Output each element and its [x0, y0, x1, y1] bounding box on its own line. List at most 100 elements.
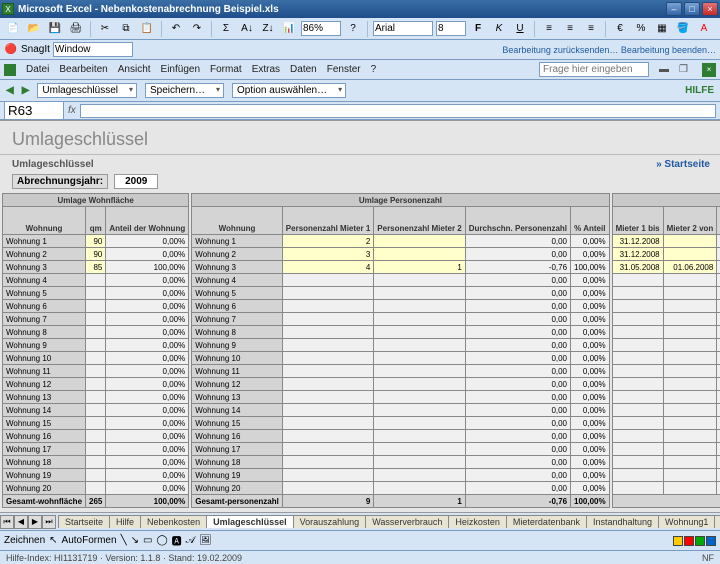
close-button[interactable]: ×	[702, 2, 718, 16]
table-row[interactable]: Wohnung 70,00%	[3, 313, 189, 326]
menu-help[interactable]: ?	[371, 64, 377, 75]
table-row[interactable]: Wohnung 1900,00%	[3, 235, 189, 248]
nav-help-link[interactable]: HILFE	[685, 85, 714, 96]
table-row[interactable]: Wohnung 170,000,00%	[192, 443, 609, 456]
table-row[interactable]: Wohnung 50,000,00%	[192, 287, 609, 300]
table-row[interactable]: Wohnung 180,000,00%	[192, 456, 609, 469]
fillcolor-icon[interactable]: 🪣	[674, 20, 692, 38]
table-row[interactable]: 31.12.200836500,00%	[612, 248, 720, 261]
table-row[interactable]: 000,00%	[612, 339, 720, 352]
new-icon[interactable]: 📄	[4, 20, 22, 38]
table-row[interactable]: Wohnung 160,000,00%	[192, 430, 609, 443]
table-row[interactable]: Wohnung 230,000,00%	[192, 248, 609, 261]
oval-icon[interactable]: ◯	[156, 535, 167, 546]
doc-restore-icon[interactable]: ❐	[679, 64, 688, 75]
wordart-icon[interactable]: 𝒜	[186, 535, 195, 546]
worksheet-area[interactable]: Umlageschlüssel Umlageschlüssel » Starts…	[0, 120, 720, 512]
table-row[interactable]: Wohnung 90,000,00%	[192, 339, 609, 352]
tracking-link[interactable]: Bearbeitung zurücksenden… Bearbeitung be…	[502, 45, 716, 55]
table-row[interactable]: Wohnung 110,00%	[3, 365, 189, 378]
currency-icon[interactable]: €	[611, 20, 629, 38]
table-row[interactable]: Wohnung 120,000,00%	[192, 235, 609, 248]
table-row[interactable]: 000,00%	[612, 430, 720, 443]
menu-file[interactable]: Datei	[26, 64, 49, 75]
nav-back-icon[interactable]: ◀	[6, 85, 14, 96]
formula-input[interactable]	[80, 104, 716, 118]
table-row[interactable]: 000,00%	[612, 274, 720, 287]
align-right-icon[interactable]: ≡	[582, 20, 600, 38]
draw-label[interactable]: Zeichnen	[4, 535, 45, 546]
nav-sheet-select[interactable]: Umlageschlüssel	[37, 83, 137, 98]
fontcolor-icon[interactable]: A	[695, 20, 713, 38]
menu-format[interactable]: Format	[210, 64, 242, 75]
table-personenzahl[interactable]: Umlage Personenzahl Wohnung Personenzahl…	[191, 193, 609, 508]
nav-options-btn[interactable]: Option auswählen…	[232, 83, 346, 98]
menu-view[interactable]: Ansicht	[118, 64, 151, 75]
fx-icon[interactable]: fx	[68, 105, 76, 116]
table-row[interactable]: Wohnung 190,000,00%	[192, 469, 609, 482]
table-mieterwechsel[interactable]: Mieterwech Mieter 1 bis Mieter 2 von Woh…	[612, 193, 720, 508]
table-row[interactable]: Wohnung 200,00%	[3, 482, 189, 495]
save-icon[interactable]: 💾	[46, 20, 64, 38]
underline-icon[interactable]: U	[511, 20, 529, 38]
name-box[interactable]	[4, 101, 64, 120]
print-icon[interactable]: 🖨	[67, 20, 85, 38]
table-row[interactable]: Wohnung 120,00%	[3, 378, 189, 391]
menu-edit[interactable]: Bearbeiten	[59, 64, 107, 75]
help-search-input[interactable]	[539, 62, 649, 77]
cursor-icon[interactable]: ↖	[49, 535, 57, 546]
table-row[interactable]: 000,00%	[612, 313, 720, 326]
table-row[interactable]: 000,00%	[612, 352, 720, 365]
table-row[interactable]: 000,00%	[612, 443, 720, 456]
menu-insert[interactable]: Einfügen	[161, 64, 200, 75]
zoom-input[interactable]	[301, 21, 341, 36]
table-row[interactable]: Wohnung 110,000,00%	[192, 365, 609, 378]
table-row[interactable]: 000,00%	[612, 378, 720, 391]
autoform-menu[interactable]: AutoFormen	[62, 535, 117, 546]
table-row[interactable]: 000,00%	[612, 417, 720, 430]
table-row[interactable]: Wohnung 120,000,00%	[192, 378, 609, 391]
table-row[interactable]: Wohnung 80,000,00%	[192, 326, 609, 339]
align-center-icon[interactable]: ≡	[561, 20, 579, 38]
table-wohnflaeche[interactable]: Umlage Wohnfläche Wohnung qm Anteil der …	[2, 193, 189, 508]
table-row[interactable]: 000,00%	[612, 287, 720, 300]
minimize-button[interactable]: –	[666, 2, 682, 16]
table-row[interactable]: Wohnung 190,00%	[3, 469, 189, 482]
help-icon[interactable]: ?	[344, 20, 362, 38]
table-row[interactable]: 31.12.200836500,00%	[612, 235, 720, 248]
open-icon[interactable]: 📂	[25, 20, 43, 38]
table-row[interactable]: Wohnung 60,000,00%	[192, 300, 609, 313]
table-row[interactable]: Wohnung 100,00%	[3, 352, 189, 365]
table-row[interactable]: Wohnung 40,00%	[3, 274, 189, 287]
undo-icon[interactable]: ↶	[167, 20, 185, 38]
table-row[interactable]: Wohnung 170,00%	[3, 443, 189, 456]
table-row[interactable]: 000,00%	[612, 456, 720, 469]
rect-icon[interactable]: ▭	[143, 535, 152, 546]
clipart-icon[interactable]: 🖼	[199, 535, 212, 546]
percent-icon[interactable]: %	[632, 20, 650, 38]
menu-extras[interactable]: Extras	[252, 64, 280, 75]
menu-data[interactable]: Daten	[290, 64, 317, 75]
sort-asc-icon[interactable]: A↓	[238, 20, 256, 38]
table-row[interactable]: Wohnung 80,00%	[3, 326, 189, 339]
table-row[interactable]: Wohnung 150,000,00%	[192, 417, 609, 430]
table-row[interactable]: Wohnung 341-0,76100,00%	[192, 261, 609, 274]
table-row[interactable]: Wohnung 2900,00%	[3, 248, 189, 261]
menu-window[interactable]: Fenster	[327, 64, 361, 75]
table-row[interactable]: 000,00%	[612, 391, 720, 404]
table-row[interactable]: Wohnung 100,000,00%	[192, 352, 609, 365]
table-row[interactable]: Wohnung 70,000,00%	[192, 313, 609, 326]
table-row[interactable]: 000,00%	[612, 300, 720, 313]
table-row[interactable]: Wohnung 200,000,00%	[192, 482, 609, 495]
table-row[interactable]: Wohnung 150,00%	[3, 417, 189, 430]
copy-icon[interactable]: ⧉	[117, 20, 135, 38]
table-row[interactable]: Wohnung 140,000,00%	[192, 404, 609, 417]
arrow-icon[interactable]: ↘	[131, 535, 139, 546]
table-row[interactable]: 000,00%	[612, 326, 720, 339]
table-row[interactable]: 31.05.200801.06.20080-214-58,63%	[612, 261, 720, 274]
table-row[interactable]: 000,00%	[612, 365, 720, 378]
fontsize-select[interactable]	[436, 21, 466, 36]
italic-icon[interactable]: K	[490, 20, 508, 38]
snag-mode[interactable]	[53, 42, 133, 57]
font-select[interactable]	[373, 21, 433, 36]
